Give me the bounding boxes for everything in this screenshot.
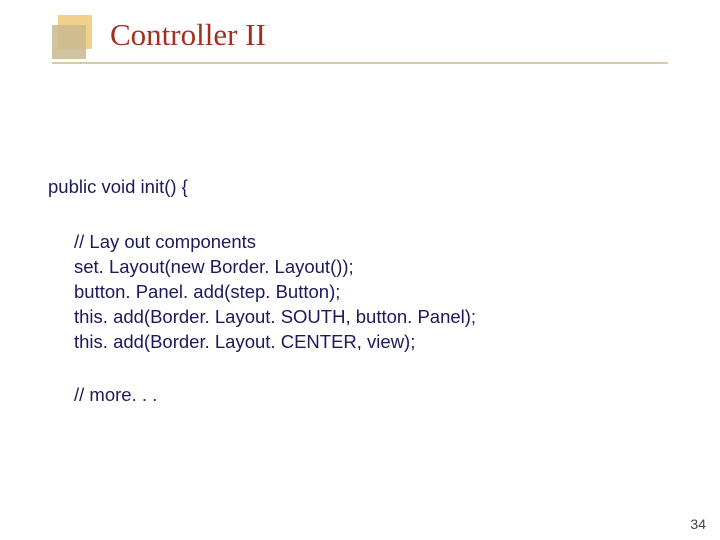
code-line: this. add(Border. Layout. SOUTH, button.… (74, 305, 476, 330)
slide-title-block: Controller II (52, 15, 266, 55)
code-comment: // Lay out components (74, 230, 476, 255)
title-bullet-icon (52, 15, 96, 55)
code-signature: public void init() { (48, 175, 476, 200)
title-underline (52, 62, 668, 64)
code-comment: // more. . . (74, 383, 476, 408)
page-number: 34 (690, 516, 706, 532)
code-line: set. Layout(new Border. Layout()); (74, 255, 476, 280)
code-line: this. add(Border. Layout. CENTER, view); (74, 330, 476, 355)
slide-body: public void init() { // Lay out componen… (48, 175, 476, 408)
code-line: button. Panel. add(step. Button); (74, 280, 476, 305)
slide-title: Controller II (110, 17, 266, 53)
code-block: // Lay out components set. Layout(new Bo… (74, 230, 476, 408)
